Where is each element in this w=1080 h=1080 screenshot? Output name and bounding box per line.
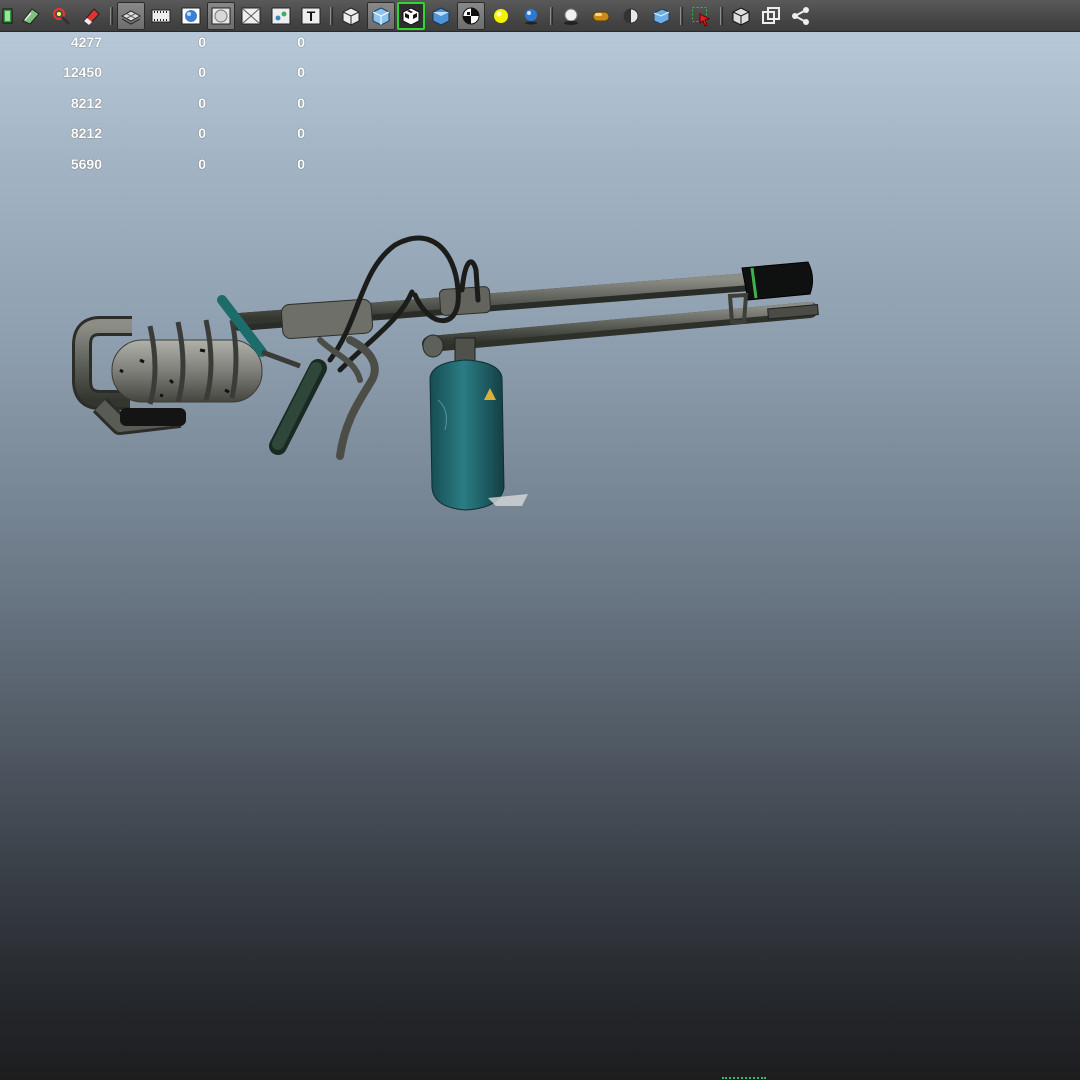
cube-outline-icon[interactable]: [727, 2, 755, 30]
toolbar-separator[interactable]: [676, 2, 686, 30]
cube-checker-selected-icon[interactable]: [397, 1, 425, 30]
toolbar-separator[interactable]: [326, 2, 336, 30]
uv-layout-icon[interactable]: [17, 2, 45, 30]
flamethrower-model[interactable]: [0, 32, 1080, 1080]
eraser-icon[interactable]: [77, 2, 105, 30]
film-strip-icon[interactable]: [147, 2, 175, 30]
sphere-outline-icon[interactable]: [207, 1, 235, 30]
3d-viewport[interactable]: 4277 0 0 12450 0 0 8212 0 0 8212 0 0 569…: [0, 32, 1080, 1080]
white-sphere-icon[interactable]: [557, 2, 585, 30]
cube-blue-icon[interactable]: [427, 2, 455, 30]
uv-snapshot-icon[interactable]: [267, 2, 295, 30]
toolbar-separator[interactable]: [546, 2, 556, 30]
light-bulb-icon[interactable]: [487, 2, 515, 30]
blue-box-icon[interactable]: [647, 2, 675, 30]
toolbar-separator[interactable]: [716, 2, 726, 30]
toolbar: T: [0, 0, 1080, 32]
capsule-icon[interactable]: [587, 2, 615, 30]
outliner-icon[interactable]: [1, 2, 15, 30]
text-icon[interactable]: T: [297, 2, 325, 30]
sphere-shaded-icon[interactable]: [177, 2, 205, 30]
toolbar-separator[interactable]: [106, 2, 116, 30]
text-icon-label: T: [306, 8, 316, 24]
paint-effects-icon[interactable]: [47, 2, 75, 30]
fuel-tank: [429, 337, 528, 511]
half-sphere-icon[interactable]: [617, 2, 645, 30]
trigger-handle: [317, 336, 379, 460]
cube-wire-icon[interactable]: [337, 2, 365, 30]
xray-icon[interactable]: [237, 2, 265, 30]
rear-canister: [72, 316, 263, 435]
cube-shaded-icon[interactable]: [367, 1, 395, 30]
share-node-icon[interactable]: [787, 2, 815, 30]
wireframe-grid-icon[interactable]: [117, 1, 145, 30]
duplicate-icon[interactable]: [757, 2, 785, 30]
checker-ball-icon[interactable]: [457, 1, 485, 30]
blue-sphere-icon[interactable]: [517, 2, 545, 30]
select-region-icon[interactable]: [687, 2, 715, 30]
